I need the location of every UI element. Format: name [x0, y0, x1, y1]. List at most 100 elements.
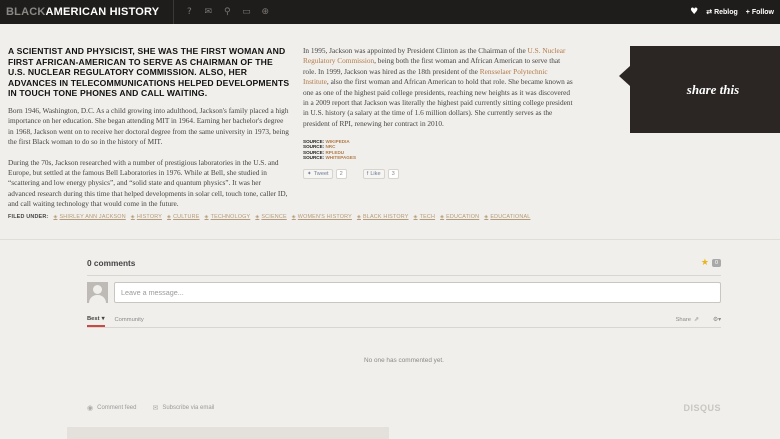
share-label: Share	[675, 317, 692, 323]
reblog-label: Reblog	[714, 8, 738, 16]
heart-icon[interactable]: ♥	[690, 7, 698, 17]
source-item: SOURCE: WHITEPAGES	[303, 155, 575, 160]
rss-icon: ◉	[87, 404, 94, 412]
tag-link[interactable]: ◈ CULTURE	[167, 214, 200, 220]
folder-icon[interactable]: ▭	[241, 7, 251, 17]
tag-label: WOMEN'S HISTORY	[297, 214, 352, 220]
subscribe-email-link[interactable]: ✉ Subscribe via email	[152, 404, 214, 412]
filed-under-label: FILED UNDER:	[8, 214, 49, 220]
disqus-logo[interactable]: DISQUS	[683, 403, 721, 413]
bottom-panel	[67, 427, 389, 439]
like-label: Like	[370, 171, 381, 178]
article-left-column: A SCIENTIST AND PHYSICIST, SHE WAS THE F…	[8, 46, 290, 210]
comment-input[interactable]: Leave a message...	[114, 282, 721, 303]
chevron-down-icon: ▾	[101, 316, 105, 322]
comment-composer: Leave a message...	[87, 282, 721, 303]
comments-footer: ◉ Comment feed ✉ Subscribe via email DISQU…	[87, 403, 721, 413]
follow-button[interactable]: + Follow	[746, 9, 774, 16]
tag-link[interactable]: ◈ WOMEN'S HISTORY	[292, 214, 352, 220]
tag-link[interactable]: ◈ BLACK HISTORY	[357, 214, 409, 220]
favorite-count: 0	[711, 259, 721, 267]
top-actions: ♥ ⇄ Reblog + Follow	[690, 0, 774, 24]
comments-header: 0 comments ★ 0	[87, 256, 721, 270]
social-buttons: ✦ Tweet 2 f Like 3	[303, 169, 575, 180]
tag-label: SHIRLEY ANN JACKSON	[59, 214, 126, 220]
tag-link[interactable]: ◈ SCIENCE	[255, 214, 286, 220]
article-paragraph-3: In 1995, Jackson was appointed by Presid…	[303, 46, 575, 129]
like-button[interactable]: f Like 3	[362, 169, 399, 180]
sources-list: SOURCE: WIKIPEDIA SOURCE: NRC SOURCE: RP…	[303, 139, 575, 160]
tag-label: TECHNOLOGY	[210, 214, 251, 220]
subscribe-email-label: Subscribe via email	[162, 405, 215, 411]
tab-best-label: Best	[87, 316, 100, 322]
tag-link[interactable]: ◈ EDUCATION	[440, 214, 479, 220]
comment-feed-link[interactable]: ◉ Comment feed	[87, 404, 136, 412]
article-paragraph-1: Born 1946, Washington, D.C. As a child g…	[8, 105, 289, 147]
tweet-button[interactable]: ✦ Tweet 2	[303, 169, 347, 180]
tag-icon: ◈	[484, 214, 489, 220]
comment-sort-bar: Best ▾ Community Share ⇗ ⚙▾	[87, 313, 721, 327]
reblog-icon: ⇄	[706, 9, 713, 16]
mail-icon: ✉	[152, 404, 159, 412]
tag-label: EDUCATION	[446, 214, 480, 220]
paragraph-text: In 1995, Jackson was appointed by Presid…	[303, 46, 528, 55]
tag-icon: ◈	[291, 214, 296, 220]
tag-label: BLACK HISTORY	[363, 214, 409, 220]
tag-icon: ◈	[204, 214, 209, 220]
tag-label: SCIENCE	[261, 214, 287, 220]
tag-link[interactable]: ◈ EDUCATIONAL	[484, 214, 530, 220]
gear-icon[interactable]: ⚙▾	[713, 317, 721, 323]
comments-section: 0 comments ★ 0 Leave a message... Best ▾ …	[87, 256, 721, 413]
article-middle-column: In 1995, Jackson was appointed by Presid…	[303, 46, 575, 180]
paragraph-text: , also the first woman and African Ameri…	[303, 77, 573, 128]
share-this-button[interactable]: share this	[619, 46, 780, 133]
tag-link[interactable]: ◈ TECHNOLOGY	[205, 214, 251, 220]
tab-community[interactable]: Community	[115, 313, 144, 327]
section-divider	[0, 239, 780, 240]
share-button[interactable]: Share ⇗	[676, 317, 699, 323]
chat-icon[interactable]: ✉	[203, 7, 213, 17]
sort-actions: Share ⇗ ⚙▾	[676, 317, 721, 323]
star-icon: ★	[700, 258, 709, 268]
search-icon[interactable]: ⚲	[222, 7, 232, 17]
share-icon: ⇗	[694, 317, 699, 323]
top-bar: BLACKAMERICAN HISTORY ? ✉ ⚲ ▭ ⊕ ♥ ⇄ Reblo…	[0, 0, 780, 24]
tag-icon: ◈	[255, 214, 260, 220]
tweet-face: ✦ Tweet	[303, 169, 333, 180]
sort-tabs: Best ▾ Community	[87, 313, 144, 327]
filed-under: FILED UNDER: ◈ SHIRLEY ANN JACKSON ◈ HISTO…	[8, 214, 530, 220]
blog-title-part2: AMERICAN HISTORY	[45, 6, 160, 18]
source-link-whitepages[interactable]: WHITEPAGES	[325, 155, 356, 160]
tag-link[interactable]: ◈ TECH	[414, 214, 436, 220]
tag-label: HISTORY	[136, 214, 163, 220]
tab-best[interactable]: Best ▾	[87, 313, 105, 327]
tag-icon: ◈	[167, 214, 172, 220]
twitter-icon: ✦	[307, 171, 312, 178]
favorite-button[interactable]: ★ 0	[701, 258, 721, 268]
avatar	[87, 282, 108, 303]
like-count: 3	[387, 169, 399, 180]
footer-links: ◉ Comment feed ✉ Subscribe via email	[87, 404, 214, 412]
tag-label: TECH	[419, 214, 436, 220]
divider	[87, 327, 721, 328]
tag-icon: ◈	[130, 214, 135, 220]
source-label: SOURCE:	[303, 154, 325, 160]
blog-title[interactable]: BLACKAMERICAN HISTORY	[6, 6, 159, 18]
reblog-button[interactable]: ⇄ Reblog	[706, 8, 738, 17]
help-icon[interactable]: ?	[184, 7, 194, 17]
top-nav-icons: ? ✉ ⚲ ▭ ⊕	[173, 0, 270, 24]
blog-title-part1: BLACK	[6, 6, 46, 18]
plus-icon[interactable]: ⊕	[260, 7, 270, 17]
tag-icon: ◈	[440, 214, 445, 220]
tag-link[interactable]: ◈ HISTORY	[131, 214, 162, 220]
share-this-label: share this	[686, 81, 740, 97]
tag-icon: ◈	[413, 214, 418, 220]
tag-icon: ◈	[53, 214, 58, 220]
tweet-label: Tweet	[313, 171, 329, 178]
comment-count: 0 comments	[87, 258, 136, 268]
tag-link[interactable]: ◈ SHIRLEY ANN JACKSON	[53, 214, 125, 220]
tag-icon: ◈	[356, 214, 361, 220]
like-face: f Like	[362, 169, 385, 180]
comment-feed-label: Comment feed	[97, 405, 137, 411]
divider	[87, 275, 721, 276]
